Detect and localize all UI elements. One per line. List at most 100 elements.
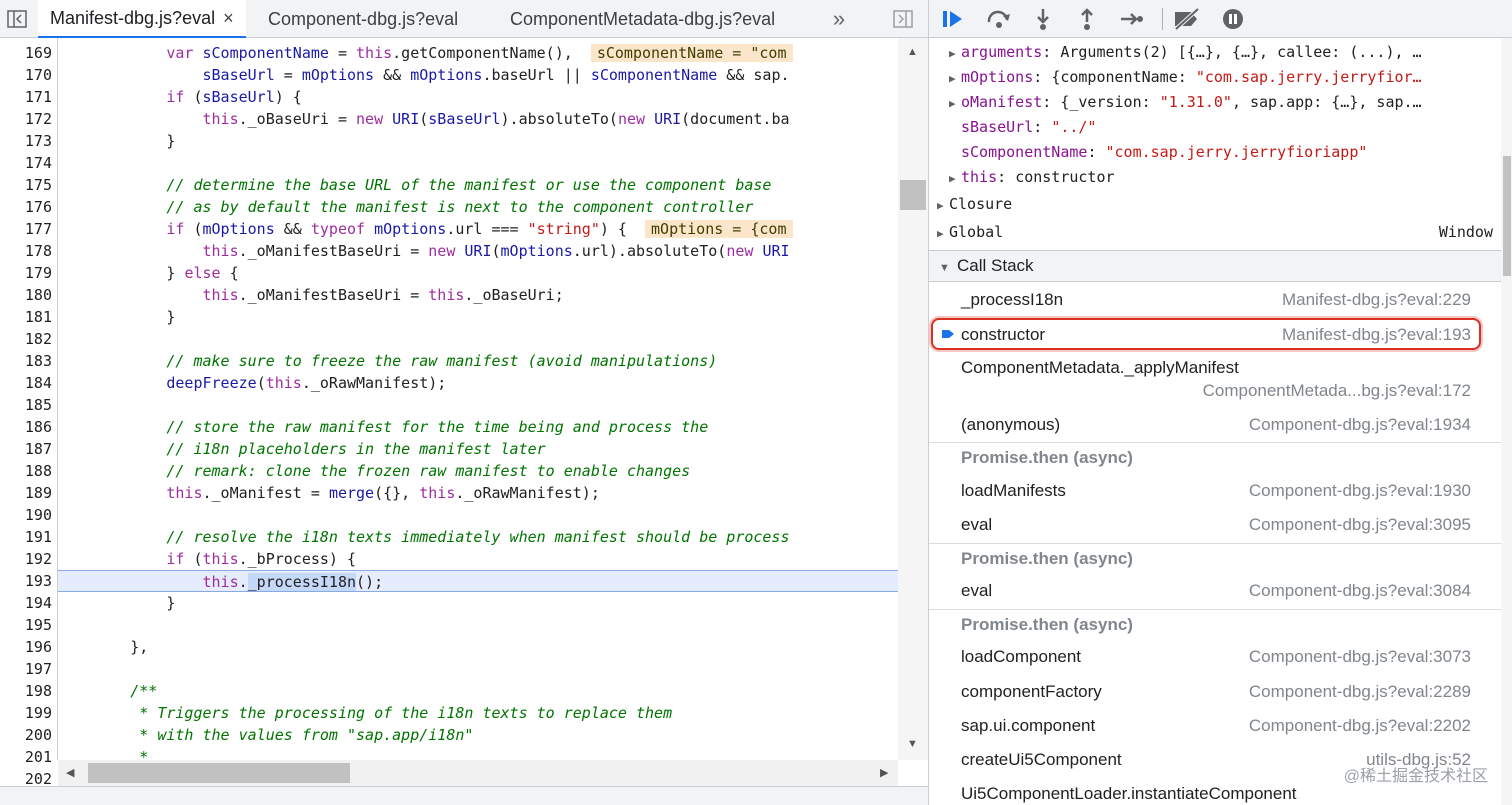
line-number[interactable]: 185 — [0, 394, 52, 416]
line-number[interactable]: 181 — [0, 306, 52, 328]
scroll-left-icon[interactable]: ◀ — [66, 766, 74, 779]
call-frame-selected[interactable]: constructor Manifest-dbg.js?eval:193 — [931, 318, 1481, 350]
scroll-right-icon[interactable]: ▶ — [880, 766, 888, 779]
line-number[interactable]: 178 — [0, 240, 52, 262]
tab-componentmetadata-dbg[interactable]: ComponentMetadata-dbg.js?eval — [498, 0, 787, 38]
line-number[interactable]: 187 — [0, 438, 52, 460]
line-number[interactable]: 183 — [0, 350, 52, 372]
code-area[interactable]: var sComponentName = this.getComponentNa… — [58, 38, 898, 760]
line-number[interactable]: 169 — [0, 42, 52, 64]
scope-item-moptions[interactable]: ▶ mOptions: {componentName: "com.sap.jerr… — [949, 65, 1512, 90]
sidebar-scrollbar[interactable] — [1501, 38, 1512, 805]
scope-global[interactable]: ▶ Global Window — [937, 220, 1501, 245]
code-line-199: * Triggers the processing of the i18n te… — [139, 704, 673, 722]
scroll-thumb[interactable] — [900, 180, 926, 210]
call-frame[interactable]: eval Component-dbg.js?eval:3095 — [929, 515, 1501, 543]
line-number[interactable]: 197 — [0, 658, 52, 680]
inline-value: sComponentName = "com — [590, 44, 793, 62]
line-number[interactable]: 173 — [0, 130, 52, 152]
call-frame[interactable]: eval Component-dbg.js?eval:3084 — [929, 581, 1501, 609]
line-number[interactable]: 201 — [0, 746, 52, 768]
tab-label: Manifest-dbg.js?eval — [50, 7, 216, 28]
expand-arrow-icon[interactable]: ▶ — [949, 41, 961, 65]
code-line-198: /** — [130, 682, 158, 700]
step-over-icon[interactable] — [983, 4, 1015, 34]
line-number[interactable]: 186 — [0, 416, 52, 438]
line-number[interactable]: 199 — [0, 702, 52, 724]
expand-arrow-icon[interactable]: ▶ — [937, 193, 949, 217]
line-number[interactable]: 191 — [0, 526, 52, 548]
code-line-171: if (sBaseUrl) { — [166, 88, 302, 106]
call-frame[interactable]: Ui5ComponentLoader.instantiateComponent — [929, 784, 1501, 805]
call-frame[interactable]: ComponentMetadata._applyManifest Compone… — [929, 358, 1501, 406]
line-number[interactable]: 192 — [0, 548, 52, 570]
scroll-up-icon[interactable]: ▲ — [907, 46, 918, 58]
resume-icon[interactable] — [937, 4, 969, 34]
scope-item-arguments[interactable]: ▶ arguments: Arguments(2) [{…}, {…}, call… — [949, 40, 1512, 65]
code-line-180: this._oManifestBaseUri = this._oBaseUri; — [202, 286, 564, 304]
call-frame[interactable]: componentFactory Component-dbg.js?eval:2… — [929, 682, 1501, 710]
line-number-gutter[interactable]: 169 170 171 172 173 174 175 176 177 178 179 180 181 1… — [0, 38, 58, 788]
call-frame[interactable]: (anonymous) Component-dbg.js?eval:1934 — [929, 415, 1501, 443]
scroll-down-icon[interactable]: ▼ — [907, 738, 918, 750]
scope-closure[interactable]: ▶ Closure — [937, 192, 1509, 217]
step-into-icon[interactable] — [1027, 4, 1059, 34]
toggle-navigator-icon[interactable] — [4, 6, 30, 32]
line-number[interactable]: 200 — [0, 724, 52, 746]
call-frame[interactable]: loadManifests Component-dbg.js?eval:1930 — [929, 481, 1501, 509]
line-number[interactable]: 172 — [0, 108, 52, 130]
expand-arrow-icon[interactable]: ▶ — [949, 91, 961, 115]
line-number[interactable]: 179 — [0, 262, 52, 284]
call-frame[interactable]: loadComponent Component-dbg.js?eval:3073 — [929, 647, 1501, 675]
line-number[interactable]: 196 — [0, 636, 52, 658]
step-out-icon[interactable] — [1071, 4, 1103, 34]
line-number[interactable]: 198 — [0, 680, 52, 702]
line-number[interactable]: 195 — [0, 614, 52, 636]
more-tabs-icon[interactable]: » — [826, 6, 852, 32]
call-stack-header[interactable]: ▼ Call Stack — [929, 250, 1501, 282]
line-number[interactable]: 180 — [0, 284, 52, 306]
line-number[interactable]: 177 — [0, 218, 52, 240]
pause-on-exceptions-icon[interactable] — [1217, 4, 1249, 34]
line-number[interactable]: 193 — [0, 570, 52, 592]
code-line-179: } else { — [58, 264, 239, 282]
code-line-191: // resolve the i18n texts immediately wh… — [166, 528, 790, 546]
line-number[interactable]: 188 — [0, 460, 52, 482]
line-number[interactable]: 194 — [0, 592, 52, 614]
expand-arrow-icon[interactable]: ▶ — [949, 66, 961, 90]
call-frame[interactable]: _processI18n Manifest-dbg.js?eval:229 — [929, 290, 1501, 318]
editor-vertical-scrollbar[interactable]: ▲ ▼ — [898, 38, 928, 760]
line-number[interactable]: 184 — [0, 372, 52, 394]
line-number[interactable]: 175 — [0, 174, 52, 196]
scope-item-this[interactable]: ▶ this: constructor — [949, 165, 1512, 190]
code-line-173: } — [58, 132, 176, 150]
scope-item-sbaseurl[interactable]: sBaseUrl: "../" — [961, 115, 1512, 140]
scope-item-scomponentname[interactable]: sComponentName: "com.sap.jerry.jerryfior… — [961, 140, 1512, 165]
line-number[interactable]: 174 — [0, 152, 52, 174]
scroll-thumb[interactable] — [88, 763, 350, 783]
scope-item-omanifest[interactable]: ▶ oManifest: {_version: "1.31.0", sap.app… — [949, 90, 1512, 115]
expand-arrow-icon[interactable]: ▶ — [937, 221, 949, 245]
code-line-176: // as by default the manifest is next to… — [166, 198, 754, 216]
tab-manifest-dbg[interactable]: Manifest-dbg.js?eval × — [38, 0, 246, 38]
deactivate-breakpoints-icon[interactable] — [1171, 4, 1203, 34]
tab-component-dbg[interactable]: Component-dbg.js?eval — [256, 0, 470, 38]
debugger-toolbar — [929, 0, 1512, 38]
tab-label: Component-dbg.js?eval — [268, 8, 459, 29]
line-number[interactable]: 176 — [0, 196, 52, 218]
collapse-arrow-icon[interactable]: ▼ — [939, 253, 951, 283]
toggle-debugger-sidebar-icon[interactable] — [890, 6, 916, 32]
code-line-169: var sComponentName = this.getComponentNa… — [58, 42, 898, 64]
expand-arrow-icon[interactable]: ▶ — [949, 166, 961, 190]
scroll-thumb[interactable] — [1503, 156, 1511, 276]
line-number[interactable]: 190 — [0, 504, 52, 526]
step-icon[interactable] — [1115, 4, 1147, 34]
editor-horizontal-scrollbar[interactable]: ◀ ▶ — [58, 760, 898, 786]
line-number[interactable]: 171 — [0, 86, 52, 108]
call-frame[interactable]: sap.ui.component Component-dbg.js?eval:2… — [929, 716, 1501, 744]
line-number[interactable]: 189 — [0, 482, 52, 504]
line-number[interactable]: 182 — [0, 328, 52, 350]
line-number[interactable]: 170 — [0, 64, 52, 86]
close-icon[interactable]: × — [223, 8, 234, 29]
